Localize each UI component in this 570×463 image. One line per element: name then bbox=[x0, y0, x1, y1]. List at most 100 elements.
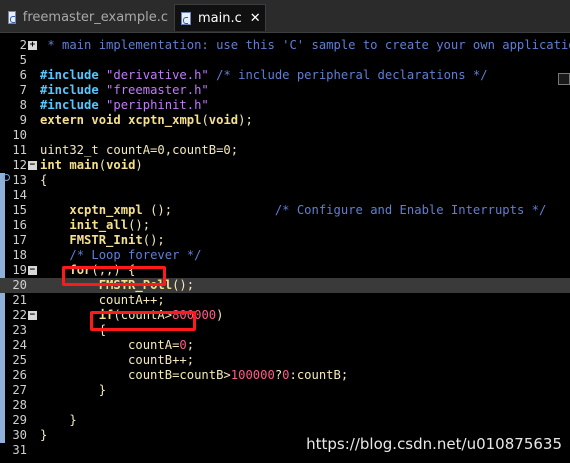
watermark-text: https://blog.csdn.net/u010875635 bbox=[306, 435, 562, 453]
code-token: #include bbox=[40, 68, 107, 82]
line-code: #include "derivative.h" /* include perip… bbox=[40, 68, 488, 83]
code-token: xcptn_xmpl bbox=[69, 203, 143, 217]
line-number: 27 bbox=[12, 383, 27, 397]
code-line[interactable]: 17 FMSTR_Init(); bbox=[0, 233, 570, 248]
code-line[interactable]: 27 } bbox=[0, 383, 570, 398]
line-code: FMSTR_Init(); bbox=[40, 233, 165, 248]
code-token: "periphinit.h" bbox=[106, 98, 209, 112]
code-token: * main implementation: use this 'C' samp… bbox=[40, 38, 570, 52]
code-line[interactable]: 22− if(countA>800000) bbox=[0, 308, 570, 323]
line-code: { bbox=[40, 173, 47, 188]
line-number: 2 bbox=[19, 38, 27, 52]
collapse-fold-icon[interactable]: − bbox=[28, 161, 37, 170]
code-token: extern bbox=[40, 113, 85, 127]
line-code: countB=countB>100000?0:countB; bbox=[40, 368, 348, 383]
line-number: 7 bbox=[19, 83, 27, 97]
line-number: 14 bbox=[12, 188, 27, 202]
code-line[interactable]: 8 #include "periphinit.h" bbox=[0, 98, 570, 113]
code-token: "freemaster.h" bbox=[106, 83, 209, 97]
code-token: void bbox=[208, 113, 239, 127]
collapse-fold-icon[interactable]: − bbox=[28, 311, 37, 320]
line-code: #include "freemaster.h" bbox=[40, 83, 209, 98]
code-line[interactable]: 24 countA=0; bbox=[0, 338, 570, 353]
editor-tab-bar: freemaster_example.c main.c ✕ bbox=[0, 0, 570, 33]
code-line[interactable]: 16 init_all(); bbox=[0, 218, 570, 233]
code-token: countA= bbox=[40, 338, 180, 352]
code-token: ( bbox=[98, 158, 107, 172]
line-number: 16 bbox=[12, 218, 27, 232]
code-token: (); bbox=[172, 278, 195, 292]
line-code: * main implementation: use this 'C' samp… bbox=[40, 38, 570, 53]
code-token: (); bbox=[142, 233, 165, 247]
code-token: } bbox=[40, 428, 48, 442]
code-line[interactable]: 9 extern void xcptn_xmpl(void); bbox=[0, 113, 570, 128]
line-code: /* Loop forever */ bbox=[40, 248, 201, 263]
line-code: uint32_t countA=0,countB=0; bbox=[40, 143, 238, 158]
code-line[interactable]: 7 #include "freemaster.h" bbox=[0, 83, 570, 98]
line-number: 8 bbox=[19, 98, 27, 112]
tab-freemaster-example[interactable]: freemaster_example.c bbox=[2, 4, 168, 31]
line-number: 31 bbox=[12, 443, 27, 457]
code-token: /* Configure and Enable Interrupts */ bbox=[172, 203, 547, 217]
line-code: extern void xcptn_xmpl(void); bbox=[40, 113, 253, 128]
code-line[interactable]: 18 /* Loop forever */ bbox=[0, 248, 570, 263]
line-code: } bbox=[40, 428, 47, 443]
code-line[interactable]: 13 { bbox=[0, 173, 570, 188]
code-line[interactable]: 2 + * main implementation: use this 'C' s… bbox=[0, 38, 570, 53]
line-number: 10 bbox=[12, 128, 27, 142]
code-token: xcptn_xmpl bbox=[128, 113, 202, 127]
code-line[interactable]: 23 { bbox=[0, 323, 570, 338]
code-token: void bbox=[91, 113, 121, 127]
line-code: } bbox=[40, 413, 76, 428]
code-line[interactable]: 29 } bbox=[0, 413, 570, 428]
code-line[interactable]: 6 #include "derivative.h" /* include peri… bbox=[0, 68, 570, 83]
code-line[interactable]: 15 xcptn_xmpl (); /* Configure and Enabl… bbox=[0, 203, 570, 218]
close-icon[interactable]: ✕ bbox=[250, 11, 261, 26]
line-code: int main(void) bbox=[40, 158, 143, 173]
code-editor[interactable]: 2 + * main implementation: use this 'C' s… bbox=[0, 33, 570, 463]
collapse-fold-icon[interactable]: − bbox=[28, 266, 37, 275]
tab-label: freemaster_example.c bbox=[22, 10, 168, 25]
code-line[interactable]: 28 bbox=[0, 398, 570, 413]
code-line[interactable]: 12− int main(void) bbox=[0, 158, 570, 173]
c-file-icon bbox=[8, 11, 16, 24]
line-number: 21 bbox=[12, 293, 27, 307]
code-token: uint32_t countA=0,countB=0; bbox=[40, 143, 239, 157]
line-number: 28 bbox=[12, 398, 27, 412]
line-number: 29 bbox=[12, 413, 27, 427]
code-token: :countB; bbox=[289, 368, 349, 382]
line-number: 20 bbox=[12, 278, 27, 292]
code-token: ); bbox=[238, 113, 253, 127]
line-number: 9 bbox=[19, 113, 27, 127]
code-token: ( bbox=[201, 113, 209, 127]
code-line[interactable]: 10 bbox=[0, 128, 570, 143]
code-line[interactable]: 14 bbox=[0, 188, 570, 203]
code-line[interactable]: 26 countB=countB>100000?0:countB; bbox=[0, 368, 570, 383]
code-token: #include bbox=[40, 83, 107, 97]
expand-fold-icon[interactable]: + bbox=[28, 41, 37, 50]
code-line[interactable]: 11 uint32_t countA=0,countB=0; bbox=[0, 143, 570, 158]
code-token: main bbox=[69, 158, 99, 172]
c-file-icon bbox=[181, 11, 191, 25]
line-number: 22 bbox=[12, 308, 27, 322]
code-line[interactable]: 21 countA++; bbox=[0, 293, 570, 308]
code-token: ) bbox=[216, 308, 224, 322]
code-line[interactable]: 25 countB++; bbox=[0, 353, 570, 368]
line-number: 12 bbox=[12, 158, 27, 172]
code-token: countB=countB> bbox=[40, 368, 231, 382]
line-number: 30 bbox=[12, 428, 27, 442]
code-token: FMSTR_Init bbox=[69, 233, 143, 247]
code-line[interactable]: 5 bbox=[0, 53, 570, 68]
code-token: 0 bbox=[282, 368, 290, 382]
code-token: /* Loop forever */ bbox=[69, 248, 202, 262]
line-code: } bbox=[40, 383, 106, 398]
tab-main-c[interactable]: main.c ✕ bbox=[174, 4, 266, 31]
line-code: #include "periphinit.h" bbox=[40, 98, 209, 113]
line-code: xcptn_xmpl (); /* Configure and Enable I… bbox=[40, 203, 546, 218]
line-number: 11 bbox=[12, 143, 27, 157]
line-number: 26 bbox=[12, 368, 27, 382]
